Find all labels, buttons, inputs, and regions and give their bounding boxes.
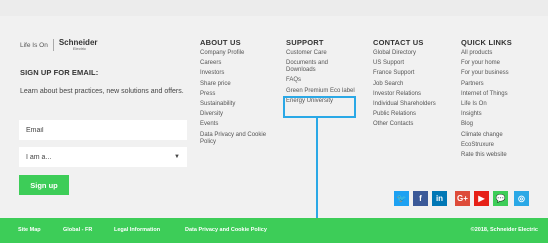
contact-link-global-directory[interactable]: Global Directory [373, 50, 445, 57]
brand-tagline: Life Is On [20, 41, 48, 49]
chevron-down-icon: ▼ [174, 154, 180, 160]
quick-link-climate-change[interactable]: Climate change [461, 132, 533, 139]
quick-links-list: All products For your home For your busi… [461, 50, 533, 159]
twitter-icon[interactable]: 🐦 [394, 191, 409, 206]
facebook-icon[interactable]: f [413, 191, 428, 206]
about-link-share-price[interactable]: Share price [200, 81, 272, 88]
schneider-logo: Schneider Electric [59, 39, 98, 51]
role-select[interactable]: I am a... ▼ [19, 147, 187, 167]
support-title: SUPPORT [286, 38, 324, 47]
about-link-data-privacy[interactable]: Data Privacy and Cookie Policy [200, 132, 272, 146]
footer-link-global-fr[interactable]: Global - FR [63, 227, 92, 233]
support-link-documents[interactable]: Documents and Downloads [286, 60, 358, 74]
about-link-company-profile[interactable]: Company Profile [200, 50, 272, 57]
role-select-value: I am a... [26, 153, 52, 161]
quick-links-column: QUICK LINKS All products For your home F… [461, 38, 533, 162]
brand-logo[interactable]: Life Is On Schneider Electric [20, 38, 98, 52]
top-strip [0, 0, 548, 16]
footer-link-site-map[interactable]: Site Map [18, 227, 41, 233]
chat-icon[interactable]: 💬 [493, 191, 508, 206]
footer-bar: Site Map Global - FR Legal Information D… [0, 218, 548, 243]
logo-sub: Electric [72, 46, 86, 51]
quick-link-for-your-business[interactable]: For your business [461, 70, 533, 77]
contact-link-other-contacts[interactable]: Other Contacts [373, 121, 445, 128]
quick-link-rate-this-website[interactable]: Rate this website [461, 152, 533, 159]
quick-link-blog[interactable]: Blog [461, 121, 533, 128]
signup-title: SIGN UP FOR EMAIL: [20, 68, 99, 77]
youtube-icon[interactable]: ▶ [474, 191, 489, 206]
signup-description: Learn about best practices, new solution… [20, 88, 184, 95]
about-us-title: ABOUT US [200, 38, 241, 47]
contact-link-individual-shareholders[interactable]: Individual Shareholders [373, 101, 445, 108]
contact-us-column: CONTACT US Global Directory US Support F… [373, 38, 445, 132]
quick-link-life-is-on[interactable]: Life Is On [461, 101, 533, 108]
support-link-green-premium[interactable]: Green Premium Eco label [286, 88, 358, 95]
quick-links-title: QUICK LINKS [461, 38, 512, 47]
contact-link-public-relations[interactable]: Public Relations [373, 111, 445, 118]
quick-link-partners[interactable]: Partners [461, 81, 533, 88]
quick-link-insights[interactable]: Insights [461, 111, 533, 118]
footer-link-data-privacy[interactable]: Data Privacy and Cookie Policy [185, 227, 267, 233]
quick-link-internet-of-things[interactable]: Internet of Things [461, 91, 533, 98]
about-us-list: Company Profile Careers Investors Share … [200, 50, 272, 146]
about-link-sustainability[interactable]: Sustainability [200, 101, 272, 108]
contact-link-investor-relations[interactable]: Investor Relations [373, 91, 445, 98]
contact-us-list: Global Directory US Support France Suppo… [373, 50, 445, 128]
copyright-text: ©2018, Schneider Electric [470, 227, 538, 233]
contact-link-job-search[interactable]: Job Search [373, 81, 445, 88]
contact-us-title: CONTACT US [373, 38, 424, 47]
about-link-events[interactable]: Events [200, 121, 272, 128]
about-link-diversity[interactable]: Diversity [200, 111, 272, 118]
support-link-customer-care[interactable]: Customer Care [286, 50, 358, 57]
contact-link-us-support[interactable]: US Support [373, 60, 445, 67]
contact-link-france-support[interactable]: France Support [373, 70, 445, 77]
quick-link-ecostruxure[interactable]: EcoStruxure [461, 142, 533, 149]
email-field[interactable] [19, 120, 187, 140]
instagram-icon[interactable]: ◎ [514, 191, 529, 206]
brand-divider [52, 39, 54, 51]
about-link-investors[interactable]: Investors [200, 70, 272, 77]
signup-button[interactable]: Sign up [19, 175, 69, 195]
quick-link-for-your-home[interactable]: For your home [461, 60, 533, 67]
support-link-faqs[interactable]: FAQs [286, 77, 358, 84]
footer-link-legal-information[interactable]: Legal Information [114, 227, 160, 233]
about-link-press[interactable]: Press [200, 91, 272, 98]
about-us-column: ABOUT US Company Profile Careers Investo… [200, 38, 272, 149]
highlight-box [283, 96, 356, 118]
quick-link-all-products[interactable]: All products [461, 50, 533, 57]
google-plus-icon[interactable]: G+ [455, 191, 470, 206]
about-link-careers[interactable]: Careers [200, 60, 272, 67]
linkedin-icon[interactable]: in [432, 191, 447, 206]
